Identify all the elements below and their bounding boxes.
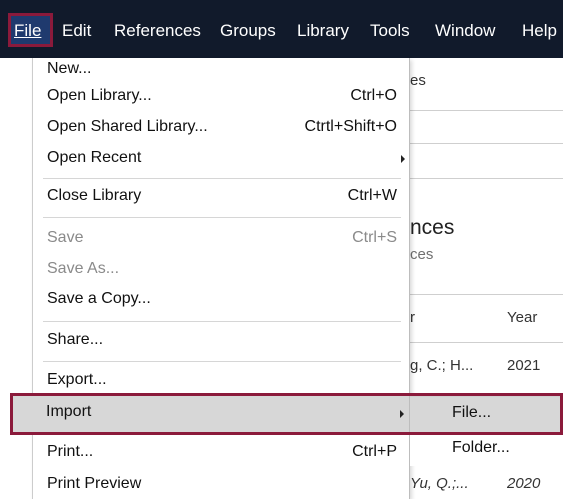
column-header-author[interactable]: r [410, 309, 415, 326]
submenu-arrow-icon [401, 155, 405, 163]
menu-separator [43, 361, 401, 362]
table-row-year[interactable]: 2020 [507, 475, 540, 492]
menu-groups[interactable]: Groups [220, 19, 276, 43]
menu-separator [43, 217, 401, 218]
menu-item-share[interactable]: Share... [47, 331, 103, 349]
table-row-year[interactable]: 2021 [507, 357, 540, 374]
menu-separator [43, 178, 401, 179]
menu-library[interactable]: Library [297, 19, 349, 43]
divider [410, 143, 563, 144]
references-heading-fragment: nces [410, 216, 455, 239]
partial-text-top: es [410, 72, 426, 89]
menu-item-open-shared-library[interactable]: Open Shared Library... [47, 118, 208, 136]
menu-item-save[interactable]: Save [47, 229, 83, 247]
menu-item-close-library[interactable]: Close Library [47, 187, 141, 205]
menu-item-save-a-copy[interactable]: Save a Copy... [47, 290, 151, 308]
shortcut-save: Ctrl+S [352, 229, 397, 246]
column-header-year[interactable]: Year [507, 309, 537, 326]
menu-item-save-as[interactable]: Save As... [47, 260, 119, 278]
menu-item-print[interactable]: Print... [47, 443, 93, 461]
menu-tools[interactable]: Tools [370, 19, 410, 43]
menu-edit[interactable]: Edit [62, 19, 91, 43]
shortcut-open-shared-library: Ctrtl+Shift+O [304, 118, 397, 135]
divider [410, 178, 563, 179]
menu-item-open-library[interactable]: Open Library... [47, 87, 152, 105]
menu-item-new[interactable]: New... [47, 60, 91, 78]
menu-file[interactable]: File [14, 19, 41, 43]
submenu-item-folder[interactable]: Folder... [452, 439, 510, 457]
menu-window[interactable]: Window [435, 19, 495, 43]
divider [410, 110, 563, 111]
shortcut-open-library: Ctrl+O [350, 87, 397, 104]
menu-item-print-preview[interactable]: Print Preview [47, 475, 141, 493]
shortcut-close-library: Ctrl+W [347, 187, 397, 204]
divider [410, 342, 563, 343]
menu-bar: File Edit References Groups Library Tool… [0, 0, 563, 58]
divider [410, 294, 563, 295]
shortcut-print: Ctrl+P [352, 443, 397, 460]
references-subheading-fragment: ces [410, 246, 434, 263]
menu-item-open-recent[interactable]: Open Recent [47, 149, 141, 167]
menu-help[interactable]: Help [522, 19, 557, 43]
menu-references[interactable]: References [114, 19, 201, 43]
table-row-author[interactable]: Yu, Q.;... [410, 475, 469, 492]
menu-separator [43, 321, 401, 322]
menu-item-export[interactable]: Export... [47, 371, 107, 389]
import-highlight-box [10, 393, 563, 435]
table-row-author[interactable]: g, C.; H... [410, 357, 473, 374]
